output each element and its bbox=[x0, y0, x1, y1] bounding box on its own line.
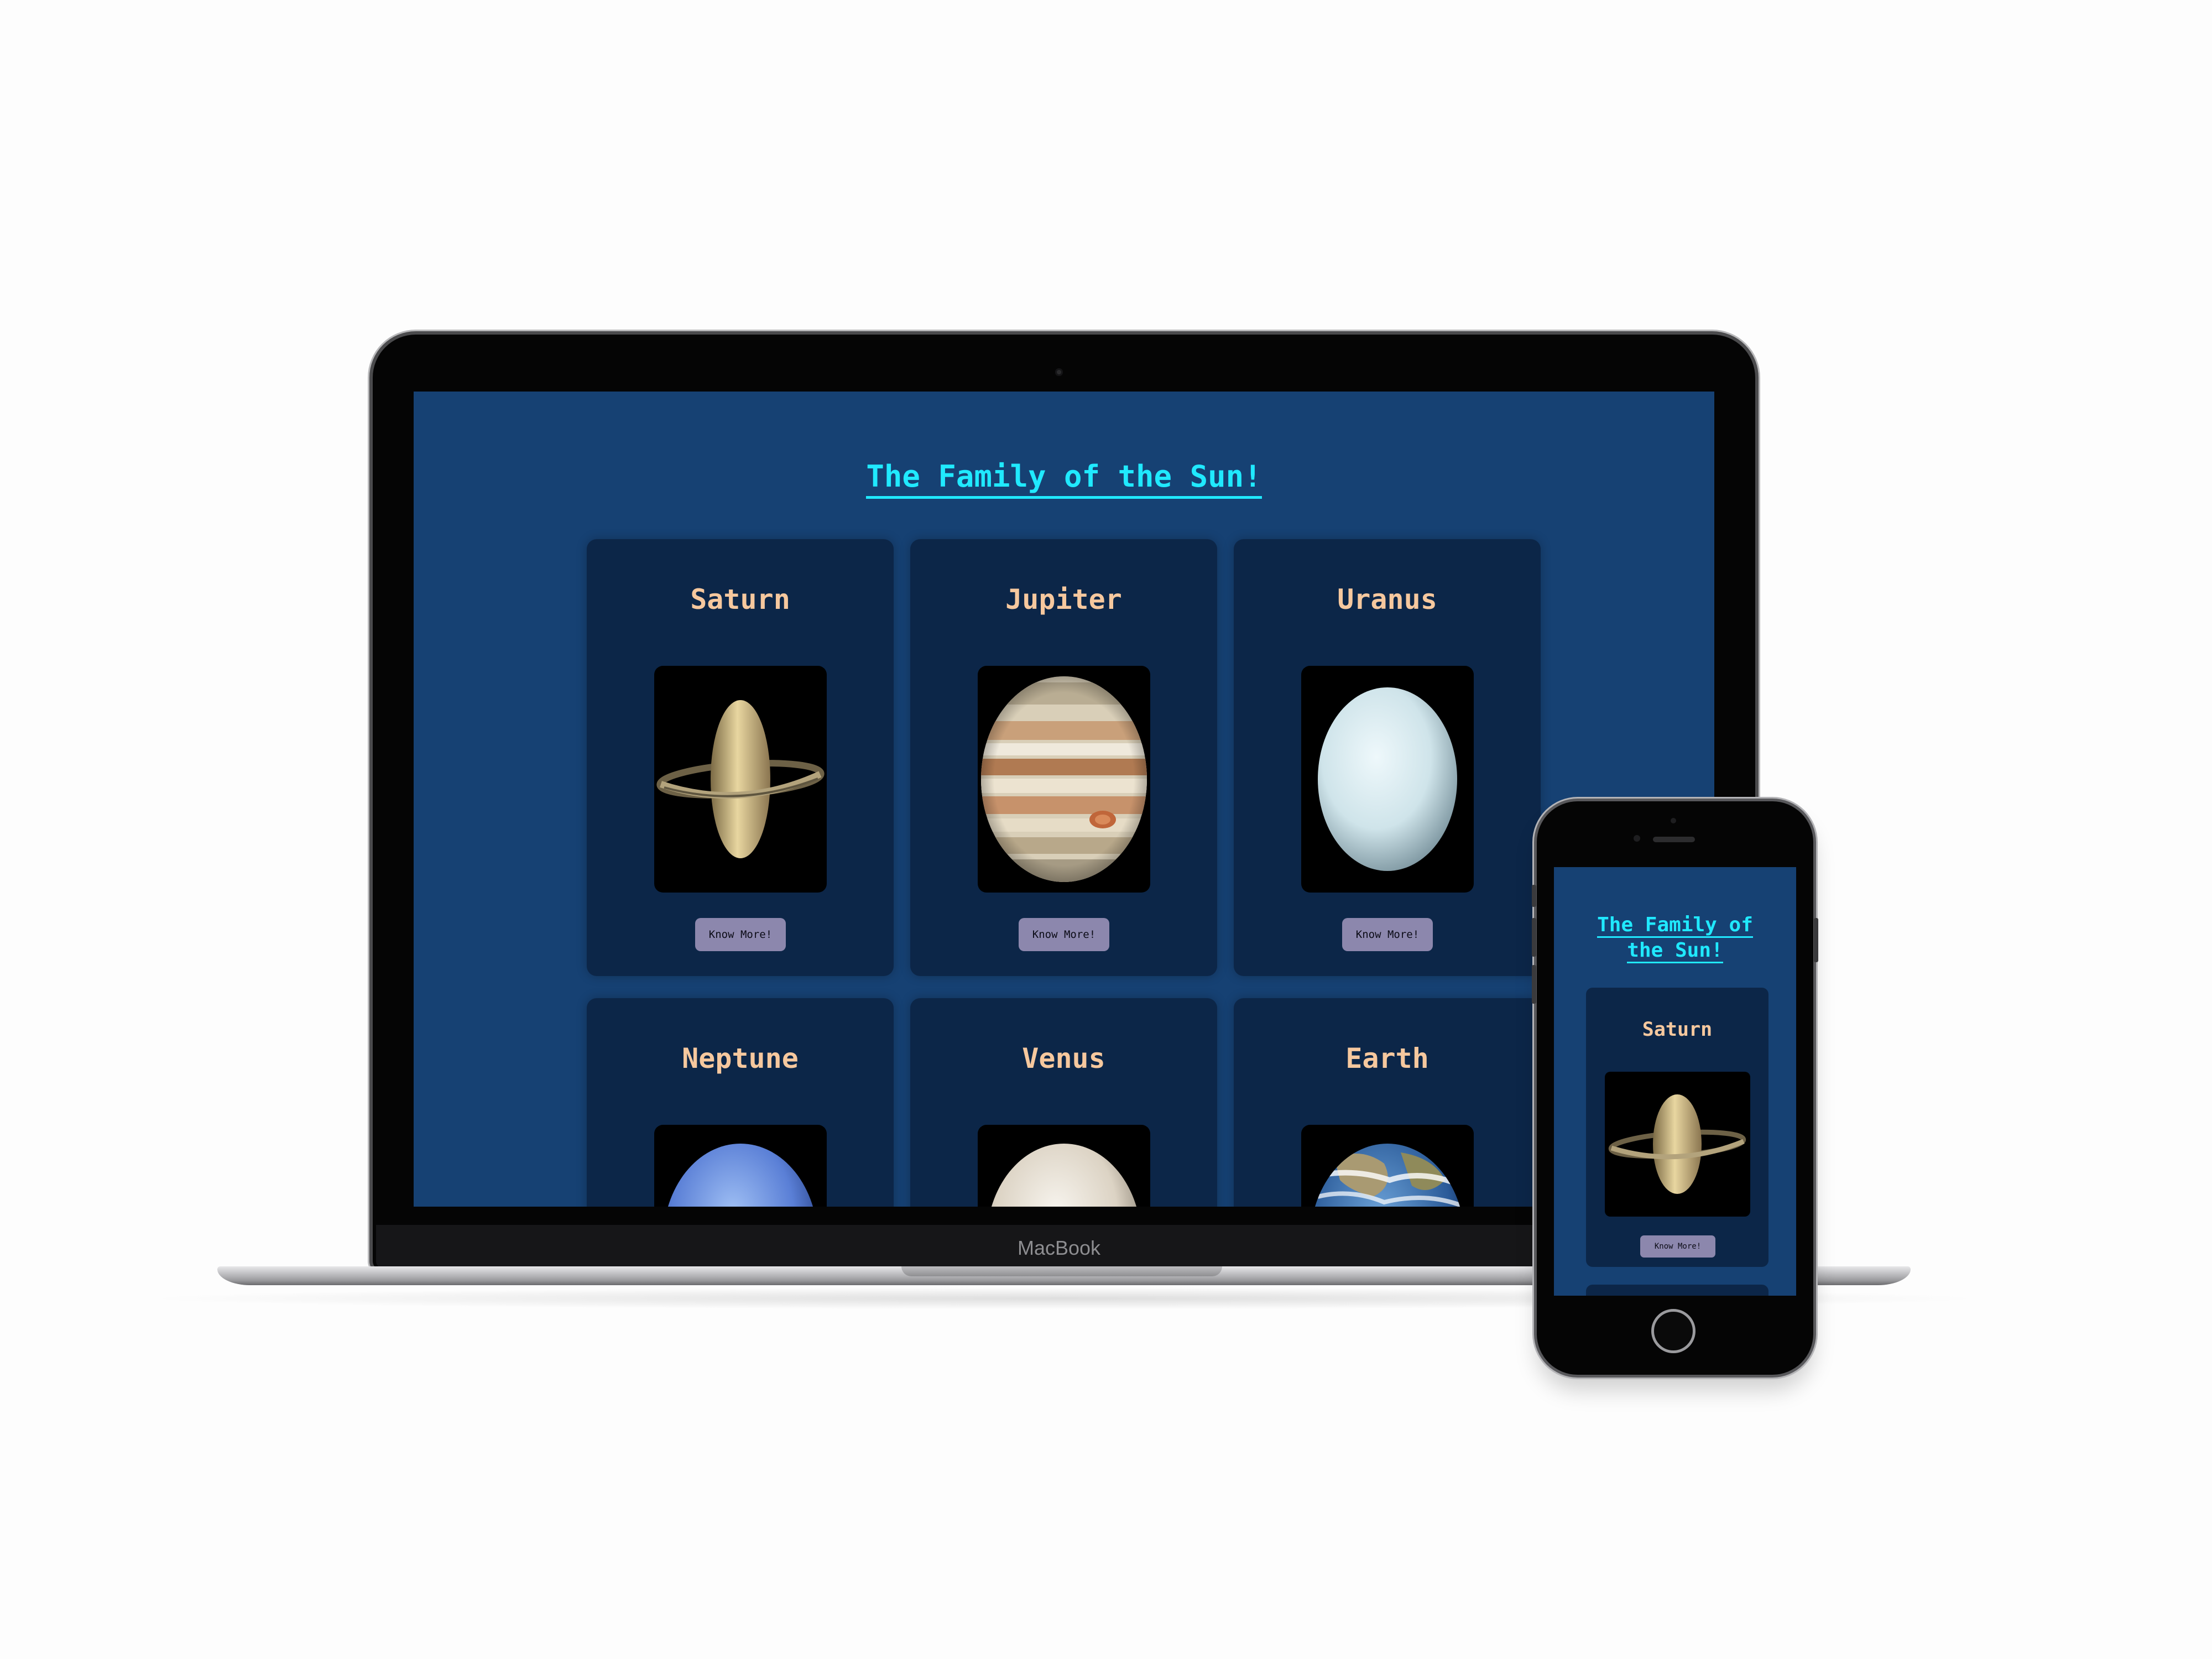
planet-name: Earth bbox=[1345, 1042, 1429, 1074]
planet-name: Jupiter bbox=[1005, 583, 1122, 615]
laptop-hinge-notch bbox=[901, 1266, 1222, 1276]
planet-card: Venus Know More! bbox=[910, 998, 1217, 1207]
phone-front-camera-icon bbox=[1634, 835, 1640, 842]
planet-name: Venus bbox=[1022, 1042, 1105, 1074]
mobile-know-more-button[interactable]: Know More! bbox=[1640, 1235, 1715, 1258]
mobile-planet-card: Saturn Know More! bbox=[1586, 988, 1768, 1267]
phone-power-button bbox=[1814, 918, 1818, 962]
phone-volume-down bbox=[1532, 965, 1536, 1004]
phone-speaker bbox=[1653, 837, 1695, 842]
phone-volume-up bbox=[1532, 918, 1536, 957]
mobile-next-card bbox=[1586, 1285, 1768, 1296]
laptop-camera-icon bbox=[1055, 368, 1063, 376]
page-title[interactable]: The Family of the Sun! bbox=[414, 459, 1714, 499]
page-title-text[interactable]: The Family of the Sun! bbox=[866, 459, 1262, 499]
know-more-button[interactable]: Know More! bbox=[1019, 918, 1109, 951]
phone-sensor-icon bbox=[1671, 818, 1676, 823]
neptune-image bbox=[654, 1125, 827, 1207]
mobile-title-line1[interactable]: The Family of bbox=[1597, 914, 1753, 938]
venus-image bbox=[978, 1125, 1150, 1207]
phone-home-button[interactable] bbox=[1651, 1309, 1695, 1353]
planet-name: Uranus bbox=[1337, 583, 1437, 615]
know-more-button[interactable]: Know More! bbox=[1342, 918, 1433, 951]
know-more-button[interactable]: Know More! bbox=[695, 918, 786, 951]
mobile-planet-name: Saturn bbox=[1642, 1019, 1713, 1041]
planet-name: Neptune bbox=[682, 1042, 799, 1074]
phone-mute-switch bbox=[1532, 885, 1536, 907]
laptop-brand-label: MacBook bbox=[1017, 1237, 1101, 1259]
planet-card: Neptune Know More! bbox=[587, 998, 894, 1207]
mobile-title-line2[interactable]: the Sun! bbox=[1627, 939, 1723, 963]
planet-card: Saturn Know More! bbox=[587, 539, 894, 976]
planet-card: Earth bbox=[1234, 998, 1541, 1207]
earth-image bbox=[1301, 1125, 1474, 1207]
mobile-page-title[interactable]: The Family of the Sun! bbox=[1554, 912, 1796, 963]
saturn-image bbox=[654, 666, 827, 893]
jupiter-image bbox=[978, 666, 1150, 893]
laptop-screen: The Family of the Sun! Saturn Know More!… bbox=[414, 392, 1714, 1207]
planet-name: Saturn bbox=[690, 583, 790, 615]
planet-card: Uranus Know More! bbox=[1234, 539, 1541, 976]
uranus-image bbox=[1301, 666, 1474, 893]
phone-screen: The Family of the Sun! Saturn Know More! bbox=[1554, 867, 1796, 1296]
planet-card-grid: Saturn Know More! Jupiter Know More! Ura… bbox=[587, 539, 1549, 1207]
planet-card: Jupiter Know More! bbox=[910, 539, 1217, 976]
mobile-saturn-image bbox=[1605, 1072, 1750, 1217]
